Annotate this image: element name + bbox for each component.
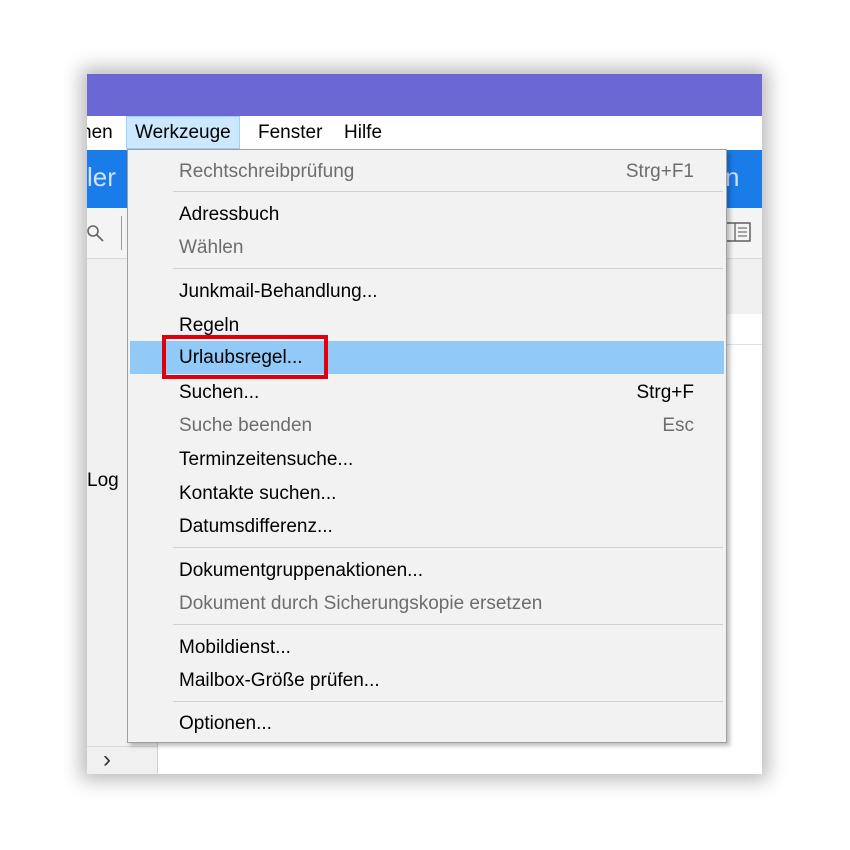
menu-rechtschreibpruefung[interactable]: Rechtschreibprüfung Strg+F1 [130, 155, 724, 188]
chevron-right-icon: › [103, 746, 111, 773]
menu-dokument-ersetzen[interactable]: Dokument durch Sicherungskopie ersetzen [130, 587, 724, 620]
menu-datumsdifferenz[interactable]: Datumsdifferenz... [130, 510, 724, 543]
menu-suche-beenden[interactable]: Suche beenden Esc [130, 409, 724, 442]
menu-junkmail-behandlung[interactable]: Junkmail-Behandlung... [130, 275, 724, 308]
menu-mailbox-groesse[interactable]: Mailbox-Größe prüfen... [130, 664, 724, 697]
highlight-annotation-box [162, 335, 328, 379]
menu-separator [173, 191, 723, 192]
menu-optionen[interactable]: Optionen... [130, 707, 724, 740]
menu-separator [173, 624, 723, 625]
menu-label: Terminzeitensuche... [179, 449, 354, 470]
menu-label: Adressbuch [179, 204, 280, 225]
menu-label: Kontakte suchen... [179, 483, 337, 504]
menu-waehlen[interactable]: Wählen [130, 231, 724, 264]
menu-item-partial[interactable]: hen [87, 116, 113, 149]
menu-shortcut: Strg+F1 [625, 161, 694, 182]
menu-dokumentgruppenaktionen[interactable]: Dokumentgruppenaktionen... [130, 554, 724, 587]
menu-label: Rechtschreibprüfung [179, 161, 355, 182]
title-bar [87, 74, 762, 116]
menu-kontakte-suchen[interactable]: Kontakte suchen... [130, 477, 724, 510]
nav-band-text: ler [87, 162, 116, 192]
menu-label: Mailbox-Größe prüfen... [179, 670, 380, 691]
scroll-right-button[interactable]: › [87, 746, 157, 774]
menu-mobildienst[interactable]: Mobildienst... [130, 631, 724, 664]
menu-shortcut: Strg+F [636, 382, 694, 403]
search-icon[interactable] [87, 224, 105, 242]
menu-separator [173, 268, 723, 269]
menu-label: Mobildienst... [179, 637, 291, 658]
menu-separator [173, 701, 723, 702]
menu-separator [173, 547, 723, 548]
werkzeuge-dropdown-menu: Rechtschreibprüfung Strg+F1 Adressbuch W… [127, 149, 727, 743]
toolbar-separator [121, 216, 122, 250]
menu-bar: hen Werkzeuge Fenster Hilfe [87, 116, 762, 149]
menu-label: Suchen... [179, 382, 260, 403]
menu-label: Dokument durch Sicherungskopie ersetzen [179, 593, 543, 614]
menu-label: Datumsdifferenz... [179, 516, 333, 537]
folder-pane-label[interactable]: Log [87, 470, 119, 492]
menu-terminzeitensuche[interactable]: Terminzeitensuche... [130, 443, 724, 476]
menu-item-hilfe[interactable]: Hilfe [344, 116, 382, 149]
menu-item-fenster[interactable]: Fenster [258, 116, 322, 149]
menu-label: Junkmail-Behandlung... [179, 281, 378, 302]
nav-band-text-right: n [725, 162, 740, 192]
menu-shortcut: Esc [662, 415, 694, 436]
menu-adressbuch[interactable]: Adressbuch [130, 198, 724, 231]
menu-label: Wählen [179, 237, 244, 258]
menu-label: Dokumentgruppenaktionen... [179, 560, 423, 581]
menu-suchen[interactable]: Suchen... Strg+F [130, 376, 724, 409]
view-toggle-icon[interactable] [725, 222, 751, 242]
menu-label: Suche beenden [179, 415, 313, 436]
menu-label: Optionen... [179, 713, 272, 734]
menu-item-werkzeuge[interactable]: Werkzeuge [126, 116, 240, 149]
